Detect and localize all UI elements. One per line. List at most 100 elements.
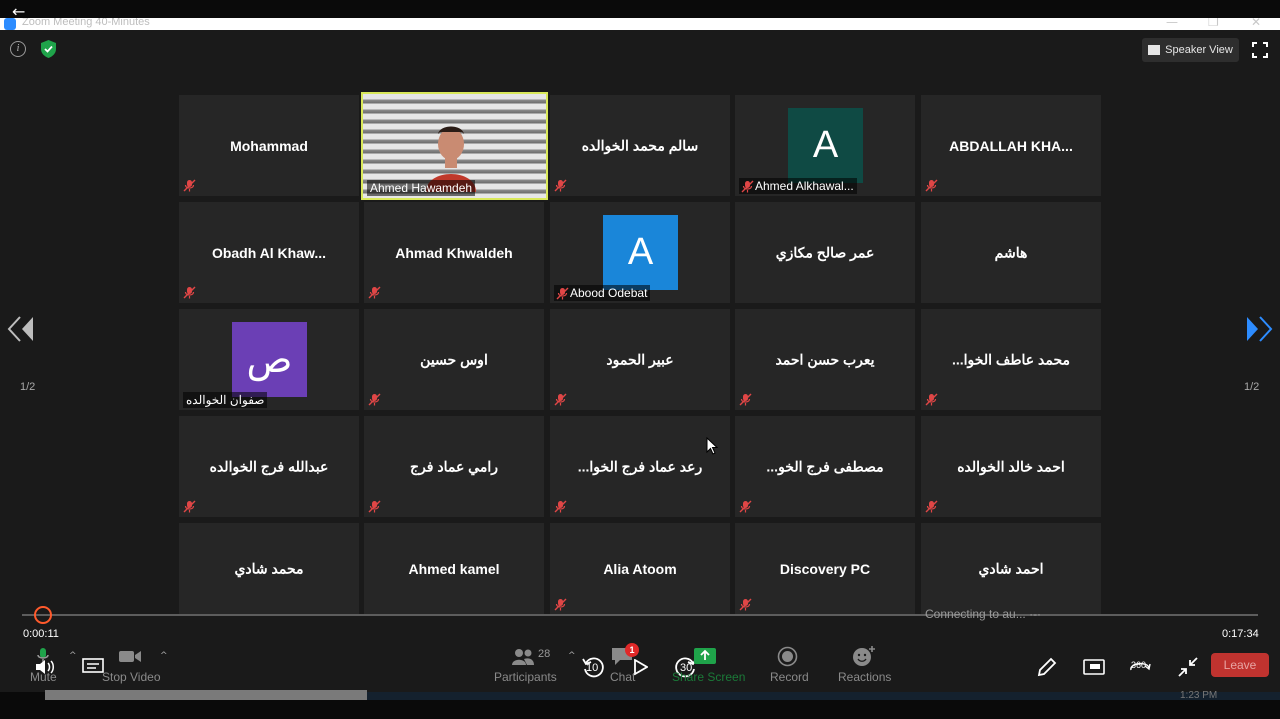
- participant-tile[interactable]: ...مصطفى فرج الخو: [735, 416, 915, 517]
- participant-tile[interactable]: A Abood Odebat: [550, 202, 730, 303]
- participant-name: رامي عماد فرج: [410, 458, 498, 474]
- record-icon[interactable]: [777, 646, 798, 667]
- audio-options-caret-icon[interactable]: ^: [69, 651, 77, 661]
- participant-tile[interactable]: محمد شادي: [179, 523, 359, 615]
- share-screen-icon[interactable]: [693, 647, 717, 665]
- speaker-view-icon: [1148, 45, 1161, 55]
- participant-tile[interactable]: رامي عماد فرج: [364, 416, 544, 517]
- window-title: Zoom Meeting 40-Minutes: [22, 18, 150, 28]
- participant-name: ...محمد عاطف الخوا: [952, 351, 1070, 367]
- participant-tile[interactable]: Discovery PC: [735, 523, 915, 615]
- participant-name-label: Ahmed Hawamdeh: [367, 180, 476, 196]
- participant-name: Ahmed Alkhawal...: [755, 179, 854, 193]
- fullscreen-icon[interactable]: [1252, 42, 1268, 58]
- muted-mic-icon: [925, 500, 938, 513]
- muted-mic-icon: [183, 286, 196, 299]
- info-icon[interactable]: i: [10, 41, 26, 57]
- participant-tile[interactable]: عبير الحمود: [550, 309, 730, 410]
- participant-tile[interactable]: Ahmed Hawamdeh: [361, 92, 548, 200]
- participant-tile[interactable]: Obadh Al Khaw...: [179, 202, 359, 303]
- muted-mic-icon: [925, 179, 938, 192]
- participant-tile[interactable]: Mohammad: [179, 95, 359, 196]
- rotate-360-label: 360: [1131, 660, 1147, 670]
- muted-mic-icon: [741, 180, 754, 193]
- subtitles-icon[interactable]: [82, 658, 104, 676]
- participant-tile[interactable]: احمد خالد الخوالده: [921, 416, 1101, 517]
- participant-name: محمد شادي: [234, 560, 304, 577]
- share-screen-label[interactable]: Share Screen: [672, 670, 745, 684]
- window-titlebar: Zoom Meeting 40-Minutes — ❐ ✕: [0, 18, 1280, 30]
- participant-tile[interactable]: Ahmed kamel: [364, 523, 544, 615]
- muted-mic-icon: [183, 179, 196, 192]
- minimize-button[interactable]: —: [1166, 18, 1178, 29]
- participant-name: Abood Odebat: [570, 286, 648, 300]
- seek-bar[interactable]: [22, 614, 1258, 616]
- video-camera-icon[interactable]: [118, 649, 142, 664]
- participant-name-label: صفوان الخوالده: [183, 392, 268, 408]
- participant-tile[interactable]: عمر صالح مكازي: [735, 202, 915, 303]
- participant-tile[interactable]: ص صفوان الخوالده: [179, 309, 359, 410]
- participant-name: Discovery PC: [779, 561, 871, 577]
- leave-button[interactable]: Leave: [1211, 653, 1269, 677]
- participant-name: عبير الحمود: [606, 351, 674, 367]
- record-label[interactable]: Record: [770, 670, 809, 684]
- exit-fullscreen-icon[interactable]: [1177, 656, 1199, 678]
- participants-icon[interactable]: [511, 648, 535, 666]
- participants-caret-icon[interactable]: ^: [568, 651, 576, 661]
- participant-name: يعرب حسن احمد: [775, 351, 875, 367]
- muted-mic-icon: [554, 179, 567, 192]
- participant-tile[interactable]: اوس حسين: [364, 309, 544, 410]
- participant-name: عبدالله فرج الخوالده: [209, 458, 329, 474]
- screen-icon[interactable]: [1083, 659, 1105, 675]
- participant-name: ABDALLAH KHA...: [949, 137, 1073, 154]
- participant-name-label: Abood Odebat: [554, 285, 651, 301]
- current-time: 0:00:11: [23, 628, 59, 640]
- participant-name: Ahmad Khwaldeh: [395, 244, 513, 261]
- rewind-seconds: 10: [586, 662, 599, 674]
- muted-mic-icon: [554, 393, 567, 406]
- shield-icon[interactable]: [40, 40, 57, 58]
- participant-tile[interactable]: ABDALLAH KHA...: [921, 95, 1101, 196]
- participant-tile[interactable]: Alia Atoom: [550, 523, 730, 615]
- audio-connecting-status: Connecting to au... ·-·: [925, 607, 1042, 621]
- horizontal-scrollbar[interactable]: [45, 690, 367, 700]
- zoom-logo-icon: [4, 18, 16, 30]
- reactions-label[interactable]: Reactions: [838, 670, 891, 684]
- next-page-arrow-icon[interactable]: [1244, 314, 1274, 344]
- reactions-icon[interactable]: [852, 645, 876, 667]
- participant-name: احمد خالد الخوالده: [957, 458, 1065, 474]
- participant-tile[interactable]: عبدالله فرج الخوالده: [179, 416, 359, 517]
- participant-name: اوس حسين: [420, 351, 488, 367]
- participant-tile[interactable]: ...محمد عاطف الخوا: [921, 309, 1101, 410]
- muted-mic-icon: [554, 598, 567, 611]
- participant-tile[interactable]: هاشم: [921, 202, 1101, 303]
- stop-video-label[interactable]: Stop Video: [102, 670, 161, 684]
- speaker-view-button[interactable]: Speaker View: [1142, 38, 1239, 62]
- participant-tile[interactable]: A Ahmed Alkhawal...: [735, 95, 915, 196]
- maximize-button[interactable]: ❐: [1208, 18, 1219, 29]
- prev-page-arrow-icon[interactable]: [6, 314, 36, 344]
- participant-tile[interactable]: احمد شادي: [921, 523, 1101, 615]
- participant-tile[interactable]: يعرب حسن احمد: [735, 309, 915, 410]
- page-indicator-left: 1/2: [20, 381, 36, 393]
- page-indicator-right: 1/2: [1244, 381, 1260, 393]
- mute-label: Mute: [30, 670, 57, 684]
- taskbar: [367, 692, 1280, 700]
- participants-label[interactable]: Participants: [494, 670, 557, 684]
- participant-name: صفوان الخوالده: [186, 393, 265, 407]
- muted-mic-icon: [739, 500, 752, 513]
- participant-tile[interactable]: ...رعد عماد فرج الخوا: [550, 416, 730, 517]
- participant-name: هاشم: [994, 244, 1028, 260]
- close-button[interactable]: ✕: [1251, 18, 1261, 29]
- muted-mic-icon: [554, 500, 567, 513]
- avatar: A: [603, 215, 678, 290]
- pencil-icon[interactable]: [1036, 656, 1058, 678]
- participant-tile[interactable]: Ahmad Khwaldeh: [364, 202, 544, 303]
- avatar: A: [788, 108, 863, 183]
- muted-mic-icon: [556, 287, 569, 300]
- taskbar-clock: 1:23 PM: [1180, 690, 1218, 701]
- play-icon[interactable]: [634, 659, 648, 675]
- participant-tile[interactable]: سالم محمد الخوالده: [550, 95, 730, 196]
- video-options-caret-icon[interactable]: ^: [160, 651, 168, 661]
- chat-label[interactable]: Chat: [610, 670, 635, 684]
